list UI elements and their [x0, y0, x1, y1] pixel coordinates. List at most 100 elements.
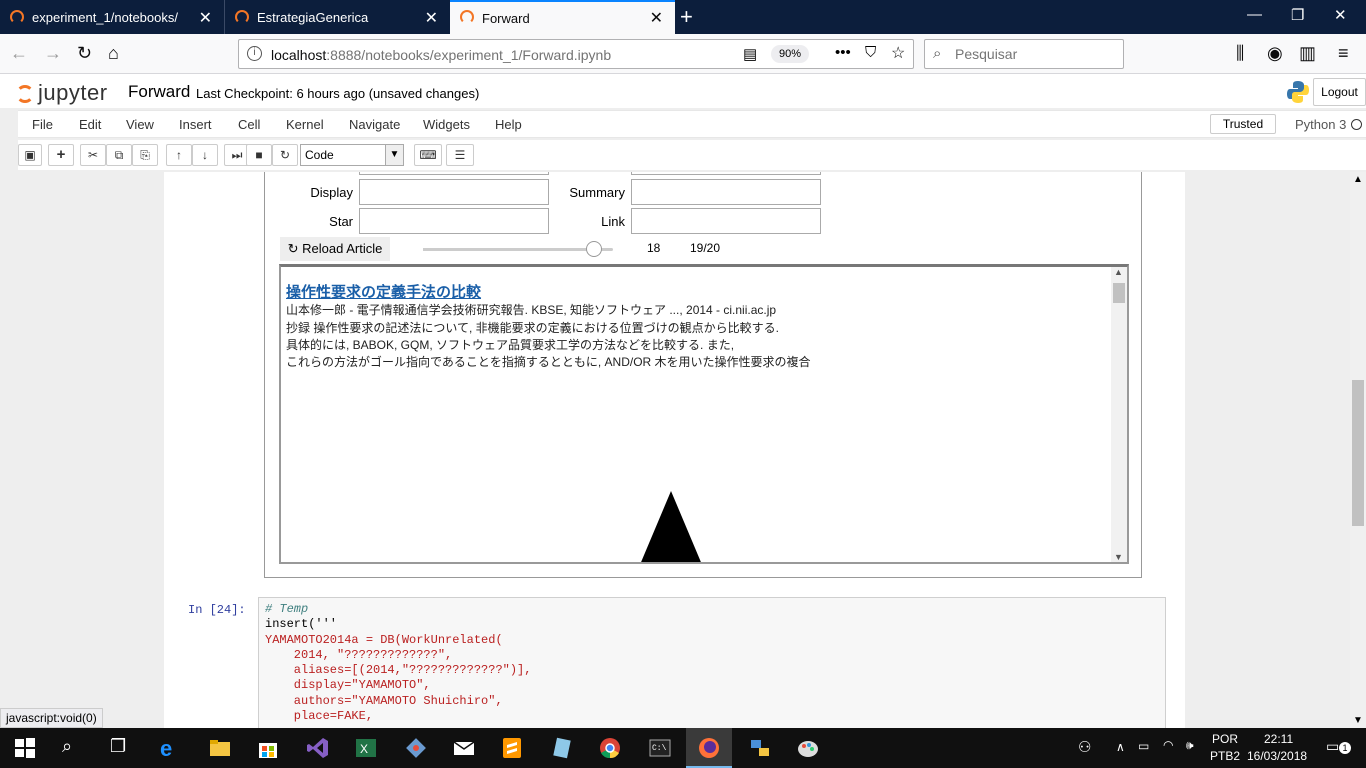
- windows-start-icon[interactable]: [13, 736, 37, 760]
- menu-help[interactable]: Help: [495, 117, 522, 132]
- menu-cell[interactable]: Cell: [238, 117, 260, 132]
- minimize-icon[interactable]: —: [1247, 6, 1262, 23]
- menu-widgets[interactable]: Widgets: [423, 117, 470, 132]
- edge-icon[interactable]: e: [160, 736, 184, 761]
- reader-view-icon[interactable]: ▤: [743, 45, 757, 63]
- article-scrollbar[interactable]: ▲ ▼: [1111, 267, 1127, 562]
- volume-icon[interactable]: 🕪: [1186, 738, 1194, 753]
- file-explorer-icon[interactable]: [208, 736, 232, 760]
- scroll-thumb[interactable]: [1113, 283, 1125, 303]
- close-window-icon[interactable]: ✕: [1334, 6, 1347, 24]
- url-text[interactable]: localhost:8888/notebooks/experiment_1/Fo…: [271, 47, 611, 63]
- network-tool-icon[interactable]: [748, 736, 772, 760]
- clock-time[interactable]: 22:11: [1264, 732, 1293, 746]
- restore-icon[interactable]: ❐: [1291, 6, 1304, 24]
- insert-cell-icon[interactable]: +: [48, 144, 74, 166]
- pocket-icon[interactable]: ⛉: [865, 44, 876, 61]
- top-field-left[interactable]: [359, 172, 549, 175]
- paint-icon[interactable]: [796, 736, 820, 760]
- scroll-thumb[interactable]: [1352, 380, 1364, 526]
- chrome-icon[interactable]: [598, 736, 622, 760]
- page-scrollbar[interactable]: ▲ ▼: [1350, 172, 1366, 728]
- scroll-up-icon[interactable]: ▲: [1114, 267, 1123, 277]
- sublime-text-icon[interactable]: [500, 736, 524, 760]
- close-tab-icon[interactable]: ✕: [650, 8, 663, 28]
- search-bar[interactable]: ⌕: [924, 39, 1124, 69]
- jupyter-logo[interactable]: jupyter: [16, 80, 108, 106]
- article-slider[interactable]: [423, 241, 613, 257]
- code-cell-editor[interactable]: # Temp insert(''' YAMAMOTO2014a = DB(WorkU…: [258, 597, 1166, 728]
- bookmark-star-icon[interactable]: ☆: [891, 43, 905, 63]
- search-icon[interactable]: ⌕: [62, 736, 86, 760]
- tab-estrategia-generica[interactable]: EstrategiaGenerica ✕: [225, 0, 450, 34]
- top-field-right[interactable]: [631, 172, 821, 175]
- restart-kernel-icon[interactable]: ↻: [272, 144, 298, 166]
- link-field[interactable]: [631, 208, 821, 234]
- menu-kernel[interactable]: Kernel: [286, 117, 324, 132]
- logout-button[interactable]: Logout: [1313, 78, 1366, 106]
- cut-icon[interactable]: ✂: [80, 144, 106, 166]
- move-up-icon[interactable]: ↑: [166, 144, 192, 166]
- info-icon[interactable]: i: [247, 46, 262, 61]
- close-tab-icon[interactable]: ✕: [199, 8, 212, 28]
- git-icon[interactable]: [404, 736, 428, 760]
- tab-experiment-notebooks[interactable]: experiment_1/notebooks/ ✕: [0, 0, 225, 34]
- sidebar-icon[interactable]: ▥: [1299, 43, 1316, 64]
- star-field[interactable]: [359, 208, 549, 234]
- more-actions-icon[interactable]: •••: [835, 44, 851, 61]
- back-icon[interactable]: ←: [10, 43, 28, 64]
- trusted-indicator[interactable]: Trusted: [1210, 114, 1276, 134]
- notebook-name[interactable]: Forward: [128, 82, 190, 102]
- library-icon[interactable]: ⫼: [1236, 43, 1244, 64]
- display-field[interactable]: [359, 179, 549, 205]
- store-icon[interactable]: [256, 736, 280, 760]
- scroll-down-icon[interactable]: ▼: [1114, 552, 1123, 562]
- cell-type-select[interactable]: Code ▼: [300, 144, 404, 166]
- terminal-icon[interactable]: C:\: [648, 736, 672, 760]
- notifications-icon[interactable]: ▭: [1326, 738, 1339, 755]
- menu-insert[interactable]: Insert: [179, 117, 212, 132]
- move-down-icon[interactable]: ↓: [192, 144, 218, 166]
- excel-icon[interactable]: X: [354, 736, 378, 760]
- cell-toolbar-list-icon[interactable]: ☰: [446, 144, 474, 166]
- article-title-link[interactable]: 操作性要求の定義手法の比較: [286, 281, 481, 302]
- menu-edit[interactable]: Edit: [79, 117, 101, 132]
- people-icon[interactable]: ⚇: [1078, 738, 1091, 756]
- menu-view[interactable]: View: [126, 117, 154, 132]
- firefox-taskbar-active[interactable]: [686, 728, 732, 768]
- summary-field[interactable]: [631, 179, 821, 205]
- keyboard-icon[interactable]: ⌨: [414, 144, 442, 166]
- menu-navigate[interactable]: Navigate: [349, 117, 400, 132]
- forward-icon[interactable]: →: [44, 43, 62, 64]
- task-view-icon[interactable]: ❐: [110, 736, 134, 760]
- zoom-level[interactable]: 90%: [771, 45, 809, 63]
- copy-icon[interactable]: ⧉: [106, 144, 132, 166]
- notepad-icon[interactable]: [550, 736, 574, 760]
- url-bar[interactable]: i localhost:8888/notebooks/experiment_1/…: [238, 39, 914, 69]
- tab-forward[interactable]: Forward ✕: [450, 0, 675, 34]
- wifi-icon[interactable]: ◠: [1163, 738, 1173, 752]
- new-tab-icon[interactable]: +: [680, 4, 693, 30]
- reload-article-button[interactable]: ↻ Reload Article: [280, 237, 390, 261]
- reload-icon[interactable]: ↻: [77, 43, 92, 64]
- visual-studio-icon[interactable]: [306, 736, 330, 760]
- keyboard-layout[interactable]: PTB2: [1210, 749, 1240, 763]
- interrupt-icon[interactable]: ■: [246, 144, 272, 166]
- search-input[interactable]: [955, 46, 1115, 62]
- save-icon[interactable]: ▣: [18, 144, 42, 166]
- mail-icon[interactable]: [452, 736, 476, 760]
- paste-icon[interactable]: ⎘: [132, 144, 158, 166]
- close-tab-icon[interactable]: ✕: [425, 8, 438, 28]
- menu-file[interactable]: File: [32, 117, 53, 132]
- scroll-up-icon[interactable]: ▲: [1353, 174, 1363, 185]
- clock-date[interactable]: 16/03/2018: [1247, 749, 1307, 763]
- extension-eye-icon[interactable]: ◉: [1267, 43, 1283, 64]
- hamburger-menu-icon[interactable]: ≡: [1338, 43, 1349, 64]
- battery-icon[interactable]: ▭: [1138, 739, 1149, 753]
- scroll-down-icon[interactable]: ▼: [1353, 715, 1363, 726]
- home-icon[interactable]: ⌂: [108, 43, 119, 64]
- slider-handle[interactable]: [586, 241, 602, 257]
- kernel-name[interactable]: Python 3: [1295, 117, 1346, 132]
- chevron-up-icon[interactable]: ∧: [1116, 740, 1125, 754]
- language-code[interactable]: POR: [1212, 732, 1238, 746]
